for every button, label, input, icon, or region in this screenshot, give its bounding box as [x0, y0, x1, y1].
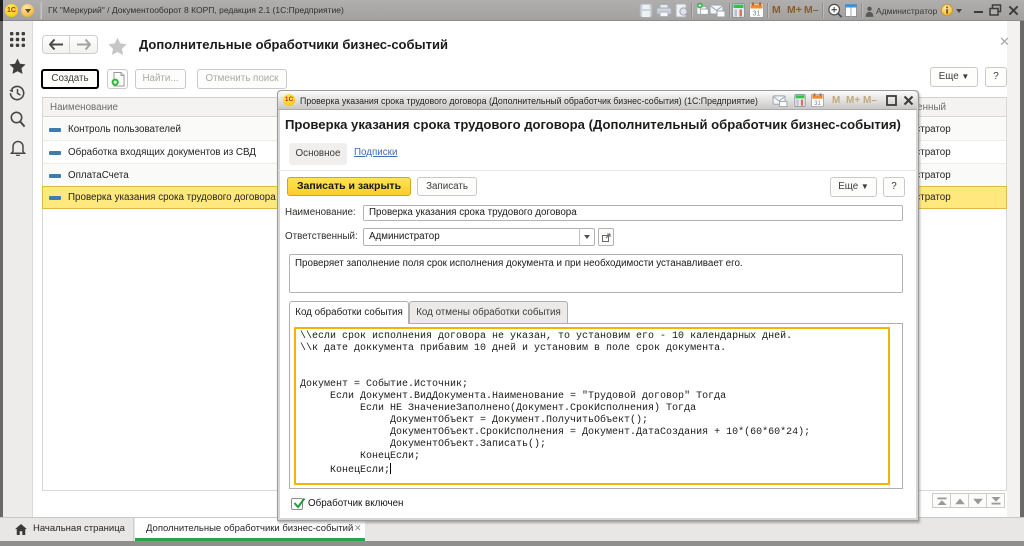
svg-text:31: 31: [753, 11, 761, 18]
svg-text:31: 31: [814, 101, 821, 107]
